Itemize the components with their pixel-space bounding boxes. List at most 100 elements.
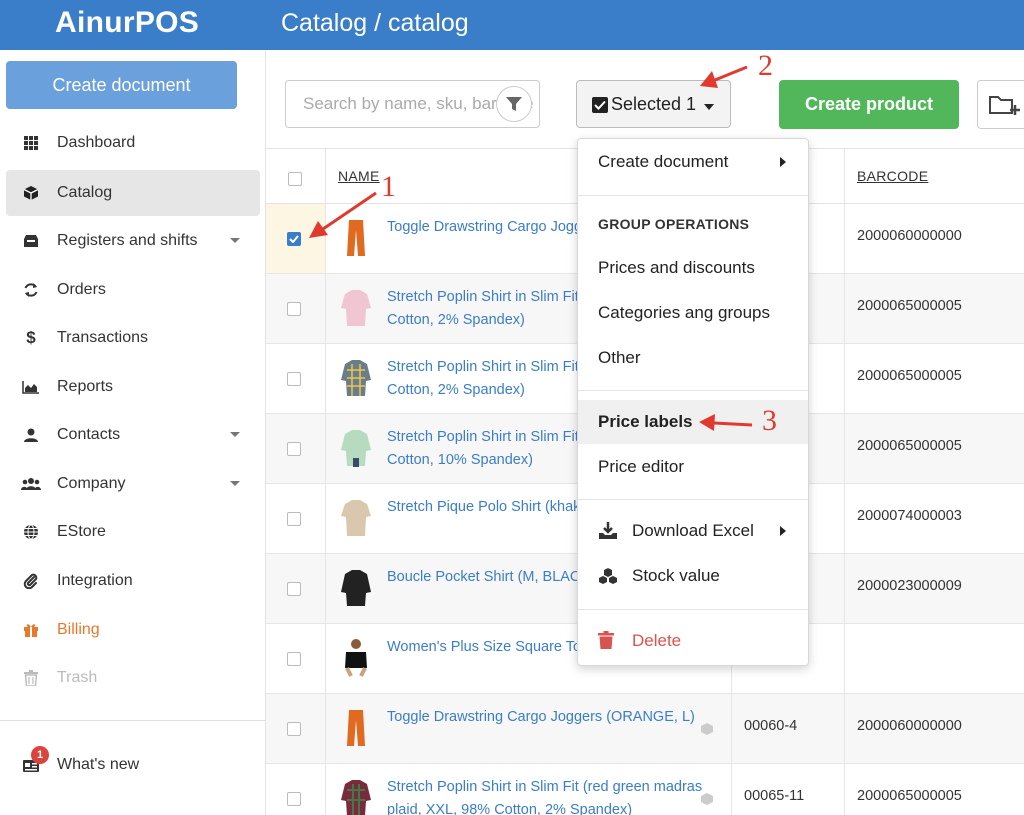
top-bar: AinurPOS Catalog / catalog <box>0 0 1024 50</box>
chevron-down-icon <box>704 104 714 110</box>
sidebar-item-label: What's new <box>57 756 140 773</box>
row-checkbox-cell <box>266 624 325 693</box>
sidebar: Create document Dashboard Catalog Regist… <box>0 50 266 815</box>
menu-item-other[interactable]: Other <box>578 348 808 368</box>
area-chart-icon <box>19 377 43 397</box>
menu-group-header: GROUP OPERATIONS <box>598 216 750 232</box>
product-thumbnail <box>337 568 375 608</box>
package-icon <box>700 722 714 736</box>
chevron-down-icon <box>230 432 240 437</box>
row-checkbox[interactable] <box>287 512 301 526</box>
menu-separator <box>578 609 808 610</box>
filter-button[interactable] <box>496 86 532 122</box>
sidebar-item-billing[interactable]: Billing <box>6 607 260 653</box>
table-row[interactable]: Stretch Poplin Shirt in Slim Fit (red gr… <box>266 764 1024 815</box>
menu-item-download-excel[interactable]: Download Excel <box>578 521 808 541</box>
product-barcode: 2000065000005 <box>857 788 962 804</box>
sidebar-item-orders[interactable]: Orders <box>6 267 260 313</box>
sidebar-item-label: Company <box>57 475 126 492</box>
add-folder-button[interactable] <box>977 80 1024 129</box>
users-icon <box>19 474 43 494</box>
product-barcode: 2000065000005 <box>857 438 962 454</box>
grid-icon <box>19 133 43 153</box>
column-header-name[interactable]: NAME <box>338 168 380 184</box>
product-barcode: 2000023000009 <box>857 578 962 594</box>
product-name-link[interactable]: Stretch Poplin Shirt in Slim Fit (red gr… <box>387 776 717 815</box>
select-all-checkbox[interactable] <box>288 172 302 186</box>
check-square-icon <box>592 97 608 113</box>
menu-item-price-editor[interactable]: Price editor <box>578 457 808 477</box>
product-thumbnail <box>337 358 375 398</box>
row-checkbox[interactable] <box>287 582 301 596</box>
menu-item-label: Create document <box>598 152 729 171</box>
row-checkbox[interactable] <box>287 372 301 386</box>
row-checkbox-cell <box>266 274 325 343</box>
menu-separator <box>578 195 808 196</box>
row-checkbox[interactable] <box>287 652 301 666</box>
menu-item-create-document[interactable]: Create document <box>578 152 808 172</box>
product-thumbnail <box>337 638 375 678</box>
column-header-barcode[interactable]: BARCODE <box>857 168 928 184</box>
folder-plus-icon <box>989 96 1020 115</box>
product-sku: 00065-11 <box>744 788 805 804</box>
sidebar-item-catalog[interactable]: Catalog <box>6 170 260 216</box>
annotation-step-1: 1 <box>381 170 396 203</box>
sidebar-item-contacts[interactable]: Contacts <box>6 412 260 458</box>
sidebar-item-label: Orders <box>57 281 106 298</box>
menu-item-label: Download Excel <box>632 521 754 540</box>
chevron-right-icon <box>780 526 786 536</box>
trash-icon <box>19 668 43 688</box>
row-checkbox[interactable] <box>287 302 301 316</box>
product-name-link[interactable]: Toggle Drawstring Cargo Joggers (ORANGE,… <box>387 706 717 729</box>
product-thumbnail <box>337 778 375 815</box>
breadcrumb: Catalog / catalog <box>281 9 469 37</box>
selected-dropdown-button[interactable]: Selected 1 <box>576 80 731 128</box>
sidebar-item-estore[interactable]: EStore <box>6 509 260 555</box>
sidebar-item-transactions[interactable]: $ Transactions <box>6 315 260 361</box>
row-checkbox[interactable] <box>287 792 301 806</box>
product-thumbnail <box>337 428 375 468</box>
app-logo[interactable]: AinurPOS <box>55 6 199 40</box>
create-product-button[interactable]: Create product <box>779 80 959 129</box>
menu-separator <box>578 499 808 500</box>
sidebar-item-trash[interactable]: Trash <box>6 655 260 701</box>
sidebar-item-reports[interactable]: Reports <box>6 364 260 410</box>
row-checkbox[interactable] <box>287 722 301 736</box>
product-barcode: 2000060000000 <box>857 718 962 734</box>
sidebar-item-dashboard[interactable]: Dashboard <box>6 120 260 166</box>
product-thumbnail <box>337 708 375 748</box>
sidebar-item-label: Trash <box>57 669 98 686</box>
chevron-right-icon <box>780 157 786 167</box>
row-checkbox-cell <box>266 344 325 413</box>
menu-item-categories-groups[interactable]: Categories ang groups <box>578 303 808 323</box>
row-checkbox[interactable] <box>287 442 301 456</box>
menu-item-delete[interactable]: Delete <box>578 631 808 651</box>
row-checkbox-cell <box>266 484 325 553</box>
sidebar-item-integration[interactable]: Integration <box>6 558 260 604</box>
menu-separator <box>578 390 808 391</box>
product-barcode: 2000074000003 <box>857 508 962 524</box>
row-checkbox[interactable] <box>287 232 301 246</box>
sidebar-item-label: Dashboard <box>57 134 136 151</box>
notification-badge: 1 <box>31 746 49 764</box>
menu-item-label: Categories ang groups <box>598 303 771 322</box>
product-thumbnail <box>337 218 375 258</box>
sidebar-item-registers[interactable]: Registers and shifts <box>6 218 260 264</box>
menu-item-label: Price editor <box>598 457 684 476</box>
box-icon <box>19 183 43 203</box>
menu-item-stock-value[interactable]: Stock value <box>578 566 808 586</box>
product-thumbnail <box>337 498 375 538</box>
package-icon <box>700 792 714 806</box>
create-document-button[interactable]: Create document <box>6 61 237 109</box>
sidebar-item-label: EStore <box>57 523 106 540</box>
chevron-down-icon <box>230 238 240 243</box>
selected-count-label: Selected 1 <box>611 94 697 114</box>
menu-item-prices-discounts[interactable]: Prices and discounts <box>578 258 808 278</box>
sidebar-item-label: Reports <box>57 378 114 395</box>
register-icon <box>19 231 43 251</box>
gift-icon <box>19 620 43 640</box>
annotation-step-3: 3 <box>762 404 777 437</box>
sidebar-item-company[interactable]: Company <box>6 461 260 507</box>
table-row[interactable]: Toggle Drawstring Cargo Joggers (ORANGE,… <box>266 694 1024 764</box>
chevron-down-icon <box>230 481 240 486</box>
